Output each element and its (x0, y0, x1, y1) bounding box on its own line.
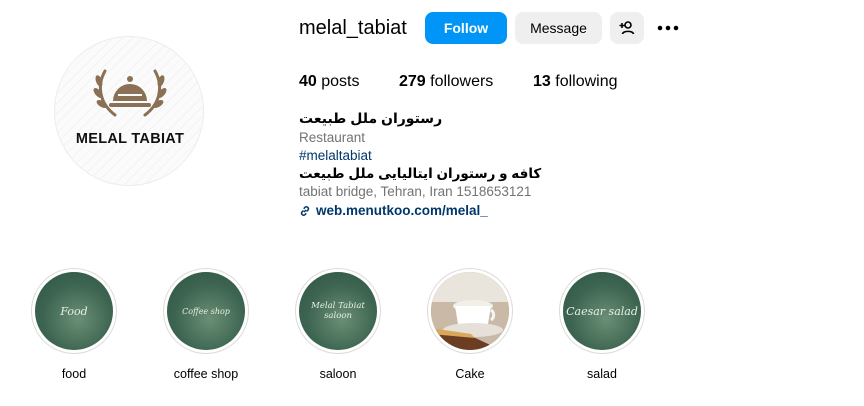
highlight-label: coffee shop (173, 367, 239, 381)
highlight-label: Cake (455, 367, 485, 381)
cake-photo-image (431, 272, 509, 350)
highlight-food[interactable]: Food food (31, 268, 117, 381)
highlight-cover-text: Melal Tabiat saloon (311, 301, 365, 321)
profile-hashtag[interactable]: #melaltabiat (299, 148, 372, 163)
highlight-label: saloon (319, 367, 357, 381)
highlight-cake[interactable]: Cake (427, 268, 513, 381)
suggested-accounts-button[interactable] (610, 12, 644, 44)
message-button[interactable]: Message (515, 12, 602, 44)
highlight-label: salad (587, 367, 617, 381)
posts-count: 40 posts (299, 73, 360, 90)
followers-link[interactable]: 279 followers (399, 73, 493, 91)
link-icon (300, 205, 310, 216)
profile-address: tabiat bridge, Tehran, Iran 1518653121 (299, 184, 532, 199)
profile-description: کافه و رستوران ایتالیایی ملل طبیعت (299, 166, 542, 181)
more-options-icon (657, 25, 679, 31)
avatar-brand-text: MELAL TABIAT (75, 131, 185, 147)
profile-avatar[interactable]: MELAL TABIAT (54, 36, 204, 186)
following-link[interactable]: 13 following (533, 73, 618, 91)
add-user-icon (619, 21, 635, 35)
more-options-button[interactable] (652, 12, 684, 44)
highlight-cover-text: Caesar salad (566, 304, 638, 318)
profile-category: Restaurant (299, 130, 366, 145)
follow-button[interactable]: Follow (425, 12, 507, 44)
cloche-laurel-icon (93, 69, 167, 117)
profile-username: melal_tabiat (299, 17, 407, 39)
highlight-label: food (61, 367, 87, 381)
highlight-cover-text: Coffee shop (182, 306, 230, 316)
highlight-coffee-shop[interactable]: Coffee shop coffee shop (163, 268, 249, 381)
profile-display-name: رستوران ملل طبیعت (299, 110, 443, 126)
highlight-saloon[interactable]: Melal Tabiat saloon saloon (295, 268, 381, 381)
profile-website-link[interactable]: web.menutkoo.com/melal_ (299, 203, 488, 218)
highlight-cover-text: Food (60, 304, 88, 318)
highlight-salad[interactable]: Caesar salad salad (559, 268, 645, 381)
